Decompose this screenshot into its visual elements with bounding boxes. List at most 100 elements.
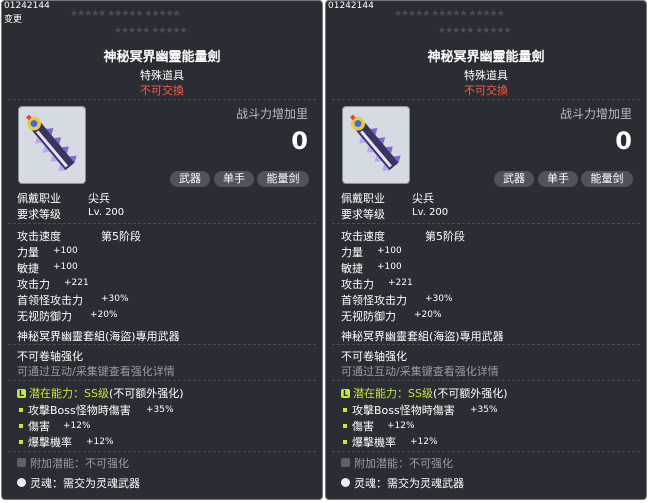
job-label: 佩戴职业 (17, 192, 61, 205)
additional-potential: 附加潜能：不可强化 (341, 455, 453, 471)
stat-value: +30% (425, 294, 453, 304)
speed-value: 第5阶段 (101, 230, 141, 243)
additional-label: 附加潜能 (30, 457, 74, 470)
enhance-hint: 可通过互动/采集键查看强化详情 (17, 365, 175, 378)
stat-label: 攻击力 (341, 278, 374, 291)
soul-value: ：需交为灵魂武器 (376, 477, 464, 490)
energy-sword-icon (350, 114, 401, 172)
stat-label: 力量 (341, 246, 363, 259)
potential-badge-icon: L (17, 389, 26, 398)
divider (8, 380, 316, 382)
potential-line: 爆擊機率 (17, 434, 72, 450)
additional-potential-icon (17, 458, 26, 467)
untradeable-label: 不可交換 (140, 84, 184, 97)
potential-line-label: 傷害 (352, 420, 374, 433)
soul-label: 灵魂 (354, 477, 376, 490)
potential-line: 傷害 (17, 418, 50, 434)
potential-line-label: 爆擊機率 (28, 436, 72, 449)
potential-label: 潜在能力 (29, 387, 73, 400)
item-subtitle: 特殊道具 (464, 69, 508, 82)
item-tooltip-right: 01242144 ★★★★★ ★★★★★ ★★★★★ ★★★★★ ★★★★★ 神… (325, 0, 647, 500)
speed-label: 攻击速度 (17, 230, 61, 243)
stat-value: +100 (377, 246, 402, 256)
divider (8, 451, 316, 453)
tag-weapon: 武器 (494, 171, 534, 187)
divider (8, 99, 316, 101)
soul-value: ：需交为灵魂武器 (52, 477, 140, 490)
stat-value: +100 (377, 262, 402, 272)
item-title: 神秘冥界幽靈能量劍 (103, 50, 221, 65)
potential-line-value: +12% (410, 437, 438, 447)
additional-potential-icon (341, 458, 350, 467)
untradeable-label: 不可交換 (464, 84, 508, 97)
tag-one-handed: 单手 (214, 171, 254, 187)
potential-note: (不可额外强化) (108, 387, 184, 400)
stat-value: +20% (90, 310, 118, 320)
stat-label: 力量 (17, 246, 39, 259)
potential-line-label: 攻擊Boss怪物時傷害 (28, 404, 131, 417)
potential-header: L 潜在能力：SS级(不可额外强化) (17, 385, 184, 401)
tag-one-handed: 单手 (538, 171, 578, 187)
star-force-row-2: ★★★★★ ★★★★★ (114, 26, 188, 36)
item-subtitle: 特殊道具 (140, 69, 184, 82)
divider (8, 344, 316, 346)
level-label: 要求等级 (17, 208, 61, 221)
item-icon-frame (18, 106, 86, 184)
power-value: 0 (291, 127, 308, 155)
stat-label: 敏捷 (341, 262, 363, 275)
job-label: 佩戴职业 (341, 192, 385, 205)
stat-value: +20% (414, 310, 442, 320)
stat-label: 无视防御力 (341, 310, 396, 323)
potential-line-value: +12% (63, 421, 91, 431)
potential-note: (不可额外强化) (432, 387, 508, 400)
bullet-icon (19, 408, 23, 412)
power-value: 0 (615, 127, 632, 155)
additional-value: ：不可强化 (74, 457, 129, 470)
energy-sword-icon (26, 114, 77, 172)
soul-icon (341, 478, 350, 487)
speed-value: 第5阶段 (425, 230, 465, 243)
divider (332, 380, 640, 382)
item-icon-frame (342, 106, 410, 184)
changed-label: 变更 (4, 15, 23, 25)
bullet-icon (343, 408, 347, 412)
potential-line-value: +12% (387, 421, 415, 431)
exclusive-set: 神秘冥界幽靈套組(海盜)專用武器 (341, 330, 504, 343)
enhance-hint: 可通过互动/采集键查看强化详情 (341, 365, 499, 378)
stat-value: +100 (53, 246, 78, 256)
star-force-row-1: ★★★★★ ★★★★★ ★★★★★ (70, 9, 181, 19)
no-scroll-label: 不可卷轴强化 (341, 350, 407, 363)
bullet-icon (19, 424, 23, 428)
stat-value: +221 (64, 278, 89, 288)
bullet-icon (19, 440, 23, 444)
potential-line: 攻擊Boss怪物時傷害 (341, 402, 455, 418)
soul-label: 灵魂 (30, 477, 52, 490)
item-id: 01242144 (328, 1, 374, 11)
star-force-row-2: ★★★★★ ★★★★★ (438, 26, 512, 36)
job-value: 尖兵 (412, 192, 434, 205)
additional-value: ：不可强化 (398, 457, 453, 470)
star-force-row-1: ★★★★★ ★★★★★ ★★★★★ (394, 9, 505, 19)
divider (332, 223, 640, 225)
soul-row: 灵魂：需交为灵魂武器 (341, 475, 464, 491)
potential-line: 傷害 (341, 418, 374, 434)
potential-line-label: 爆擊機率 (352, 436, 396, 449)
item-id: 01242144 (4, 1, 50, 11)
job-value: 尖兵 (88, 192, 110, 205)
stat-label: 无视防御力 (17, 310, 72, 323)
power-label: 战斗力增加里 (559, 107, 632, 121)
stat-value: +221 (388, 278, 413, 288)
divider (332, 451, 640, 453)
potential-line: 爆擊機率 (341, 434, 396, 450)
stat-label: 敏捷 (17, 262, 39, 275)
soul-icon (17, 478, 26, 487)
no-scroll-label: 不可卷轴强化 (17, 350, 83, 363)
level-value: Lv. 200 (88, 207, 125, 218)
stat-value: +100 (53, 262, 78, 272)
speed-label: 攻击速度 (341, 230, 385, 243)
soul-row: 灵魂：需交为灵魂武器 (17, 475, 140, 491)
stat-value: +30% (101, 294, 129, 304)
potential-badge-icon: L (341, 389, 350, 398)
exclusive-set: 神秘冥界幽靈套組(海盜)專用武器 (17, 330, 180, 343)
potential-line-value: +35% (470, 405, 498, 415)
